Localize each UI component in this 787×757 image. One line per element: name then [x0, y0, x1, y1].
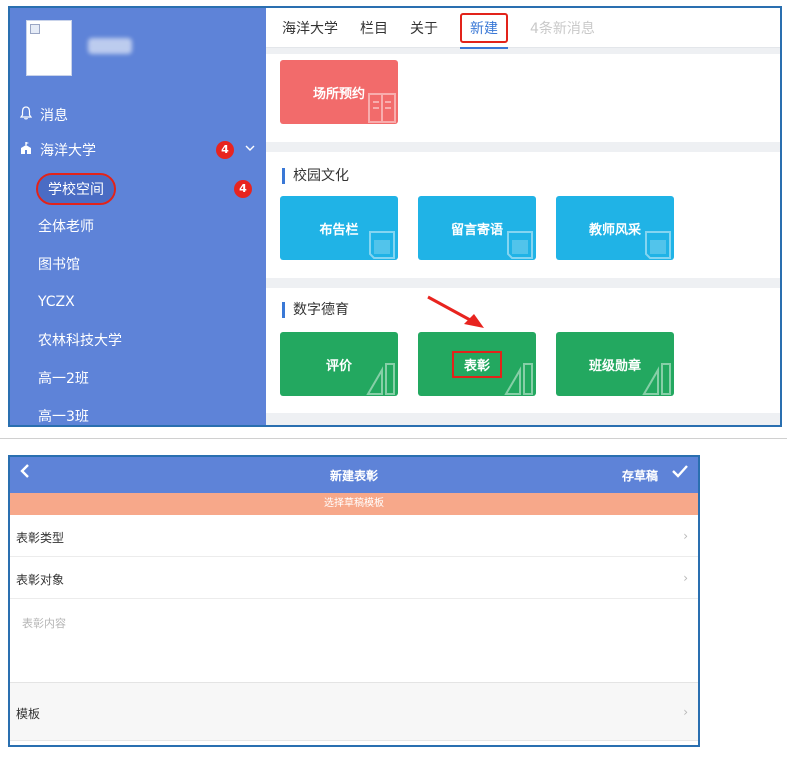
book-icon: [368, 93, 396, 123]
ruler-triangle-icon: [504, 363, 533, 395]
sidebar-item-label: 消息: [40, 108, 68, 124]
bulletin-board-tile[interactable]: 布告栏: [280, 196, 398, 260]
praise-content-textarea[interactable]: 表彰内容: [10, 599, 698, 683]
beaker-icon: [369, 231, 395, 259]
praise-type-row[interactable]: 表彰类型 ›: [10, 515, 698, 557]
section-title: 数字德育: [282, 302, 349, 318]
sidebar-item-forestry-university[interactable]: 农林科技大学: [10, 325, 266, 355]
save-draft-button[interactable]: 存草稿: [622, 467, 658, 484]
campus-culture-section: 校园文化 布告栏 留言寄语 教师风采: [266, 152, 780, 278]
sidebar-item-label: 海洋大学: [40, 143, 96, 159]
praise-tile[interactable]: 表彰: [418, 332, 536, 396]
ruler-triangle-icon: [642, 363, 671, 395]
tile-label: 留言寄语: [450, 222, 503, 238]
tile-label: 表彰: [451, 350, 502, 378]
template-row[interactable]: 模板 ›: [10, 683, 698, 741]
app-screenshot-top: 消息 海洋大学 4 学校空间 4 全体老师 图书馆 YCZX 农林科技大学 高一…: [8, 6, 782, 427]
row-label: 模板: [16, 707, 41, 721]
tile-label: 班级勋章: [588, 358, 641, 374]
top-navigation: 海洋大学 栏目 关于 新建 4条新消息: [266, 8, 780, 49]
sidebar-item-yczx[interactable]: YCZX: [10, 287, 266, 317]
submit-check-icon[interactable]: [672, 463, 688, 482]
beaker-icon: [645, 231, 671, 259]
chevron-down-icon[interactable]: [244, 142, 256, 158]
tab-about[interactable]: 关于: [410, 18, 438, 38]
sidebar-item-label: 高一2班: [38, 371, 89, 387]
tile-label: 布告栏: [319, 222, 359, 238]
blurred-username: [88, 38, 132, 54]
sidebar-item-class-1-2[interactable]: 高一2班: [10, 363, 266, 393]
sidebar-item-class-1-3[interactable]: 高一3班: [10, 401, 266, 425]
sidebar: 消息 海洋大学 4 学校空间 4 全体老师 图书馆 YCZX 农林科技大学 高一…: [10, 8, 266, 425]
digital-moral-section: 数字德育 评价 表彰 班级勋章: [266, 288, 780, 413]
unread-badge: 4: [216, 141, 234, 159]
booking-tile[interactable]: 场所预约: [280, 60, 398, 124]
ruler-triangle-icon: [366, 363, 395, 395]
section-title: 校园文化: [282, 168, 349, 184]
class-medal-tile[interactable]: 班级勋章: [556, 332, 674, 396]
sidebar-item-label: 图书馆: [38, 257, 80, 273]
chevron-right-icon: ›: [683, 529, 688, 543]
divider: [0, 438, 787, 439]
tab-new[interactable]: 新建: [460, 12, 508, 49]
form-header: 新建表彰 存草稿: [10, 457, 698, 493]
sidebar-item-library[interactable]: 图书馆: [10, 249, 266, 279]
booking-section: 场所预约: [266, 54, 780, 142]
school-building-icon: [18, 141, 34, 159]
sidebar-item-messages[interactable]: 消息: [10, 100, 266, 130]
tile-label: 场所预约: [312, 86, 365, 102]
content-placeholder: 表彰内容: [22, 617, 66, 630]
praise-target-row[interactable]: 表彰对象 ›: [10, 557, 698, 599]
tab-columns[interactable]: 栏目: [360, 18, 388, 38]
unread-badge: 4: [234, 180, 252, 198]
row-label: 表彰对象: [16, 573, 65, 587]
tab-university[interactable]: 海洋大学: [282, 18, 338, 38]
sidebar-item-label: 农林科技大学: [38, 333, 122, 349]
bell-icon: [18, 106, 34, 124]
teacher-showcase-tile[interactable]: 教师风采: [556, 196, 674, 260]
tile-label: 教师风采: [588, 222, 641, 238]
sidebar-item-label: YCZX: [38, 294, 75, 310]
sidebar-item-label: 学校空间: [36, 173, 116, 205]
evaluation-tile[interactable]: 评价: [280, 332, 398, 396]
sidebar-item-school[interactable]: 海洋大学 4: [10, 135, 266, 165]
tile-label: 评价: [325, 358, 352, 374]
chevron-right-icon: ›: [683, 705, 688, 719]
row-label: 表彰类型: [16, 531, 65, 545]
sidebar-item-label: 全体老师: [38, 219, 94, 235]
chevron-right-icon: ›: [683, 571, 688, 585]
sidebar-item-label: 高一3班: [38, 409, 89, 425]
broken-image-icon: [30, 24, 40, 34]
form-title: 新建表彰: [329, 469, 378, 483]
red-arrow-annotation: [427, 295, 484, 328]
sidebar-item-school-space[interactable]: 学校空间 4: [10, 173, 266, 205]
sidebar-item-all-teachers[interactable]: 全体老师: [10, 211, 266, 241]
school-logo-image: [26, 20, 72, 76]
mobile-form-screenshot: 新建表彰 存草稿 选择草稿模板 表彰类型 › 表彰对象 › 表彰内容 模板 ›: [8, 455, 700, 747]
beaker-icon: [507, 231, 533, 259]
message-wishes-tile[interactable]: 留言寄语: [418, 196, 536, 260]
choose-draft-template-banner[interactable]: 选择草稿模板: [10, 493, 698, 515]
new-messages-link[interactable]: 4条新消息: [530, 18, 595, 38]
